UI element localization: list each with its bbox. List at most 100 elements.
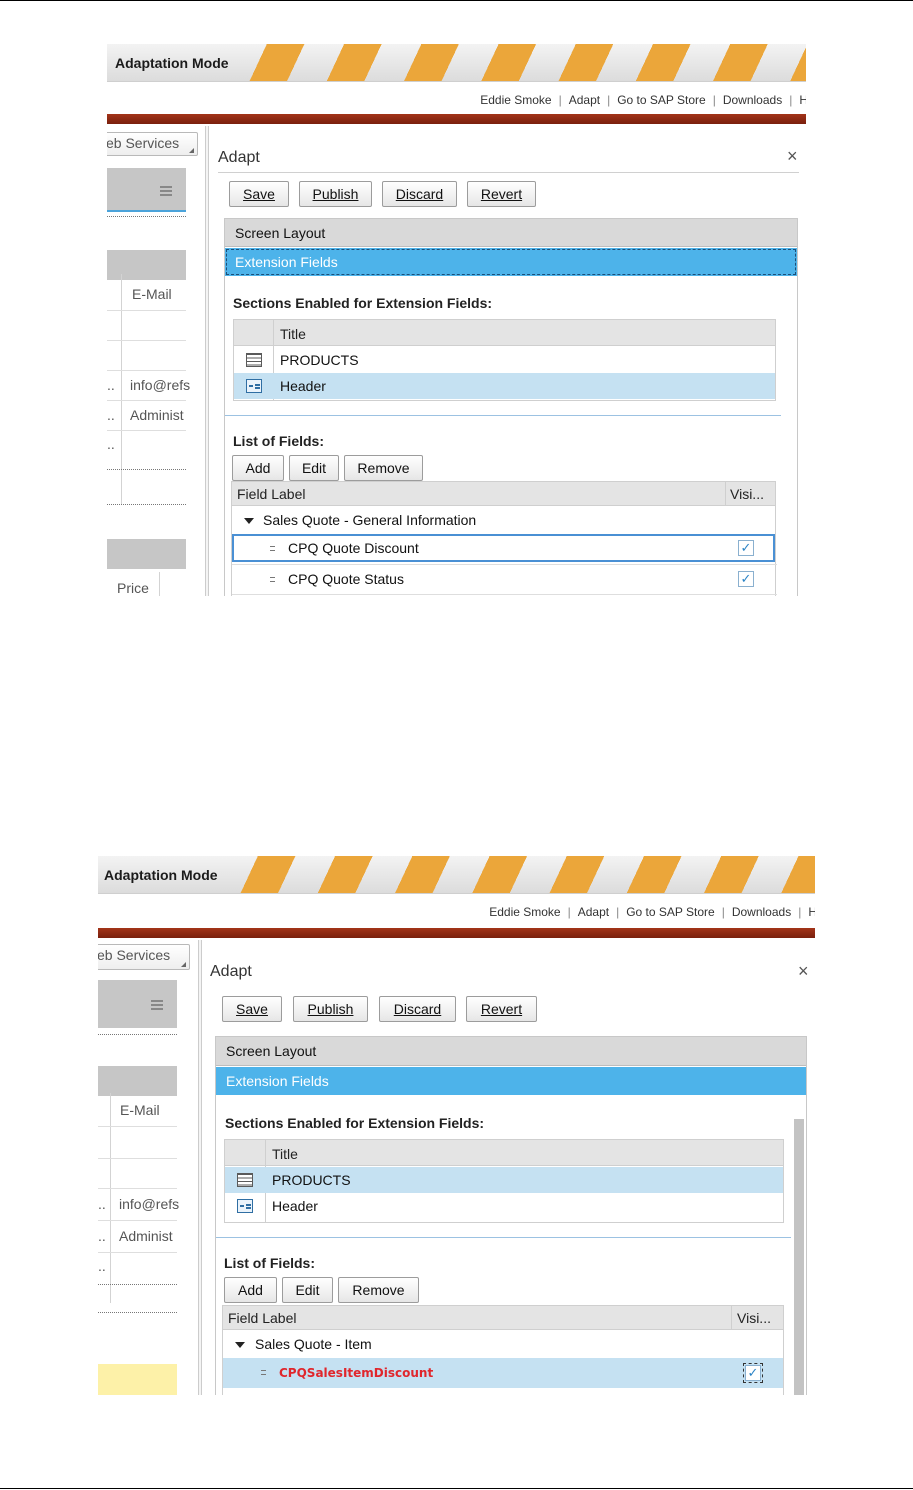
page-top-rule xyxy=(0,0,913,1)
revert-button[interactable]: Revert xyxy=(466,996,537,1022)
truncation-mark: .. xyxy=(107,436,115,452)
screenshot-2: Adaptation Mode Eddie Smoke | Adapt | Go to … xyxy=(98,856,815,1395)
form-layout-icon xyxy=(237,1199,253,1213)
services-dropdown[interactable]: eb Services xyxy=(98,944,190,970)
sections-heading: Sections Enabled for Extension Fields: xyxy=(225,1115,485,1131)
page-bottom-rule xyxy=(0,1488,913,1489)
email-column-header: E-Mail xyxy=(132,286,172,302)
expand-icon[interactable] xyxy=(244,518,254,524)
discard-button[interactable]: Discard xyxy=(379,996,456,1022)
close-icon[interactable]: × xyxy=(798,961,809,982)
sap-store-link[interactable]: Go to SAP Store xyxy=(617,93,706,107)
edit-field-button[interactable]: Edit xyxy=(289,455,339,481)
downloads-link[interactable]: Downloads xyxy=(732,905,791,919)
field-row[interactable]: CPQ Quote Status ✓ xyxy=(232,566,775,592)
adapt-panel-title: Adapt xyxy=(210,963,252,980)
adapt-nav-box: Screen Layout Extension Fields Sections … xyxy=(215,1036,807,1395)
truncation-mark: .. xyxy=(107,377,115,393)
sections-table: Title PRODUCTS Header xyxy=(224,1139,784,1223)
sections-heading: Sections Enabled for Extension Fields: xyxy=(233,295,493,311)
visible-header: Visi... xyxy=(737,1310,771,1326)
save-button[interactable]: Save xyxy=(229,181,289,207)
grey-price-band xyxy=(107,539,186,569)
email-cell: info@refs xyxy=(119,1196,180,1212)
brand-bar xyxy=(98,928,815,938)
grey-column-band xyxy=(107,250,186,280)
remove-field-button[interactable]: Remove xyxy=(344,455,423,481)
field-group-row[interactable]: Sales Quote - Item xyxy=(223,1331,783,1357)
field-label-header: Field Label xyxy=(228,1310,297,1326)
visible-checkbox[interactable]: ✓ xyxy=(743,1363,763,1383)
publish-button[interactable]: Publish xyxy=(293,996,368,1022)
header-links: Eddie Smoke | Adapt | Go to SAP Store | Downlo… xyxy=(480,93,806,107)
role-cell: Administ xyxy=(130,407,184,423)
adaptation-mode-title: Adaptation Mode xyxy=(115,55,229,71)
form-layout-icon xyxy=(246,379,262,393)
section-row-products[interactable]: PRODUCTS xyxy=(225,1167,783,1193)
save-button[interactable]: Save xyxy=(222,996,282,1022)
publish-button[interactable]: Publish xyxy=(299,181,372,207)
services-dropdown[interactable]: eb Services xyxy=(107,132,198,156)
add-field-button[interactable]: Add xyxy=(232,455,284,481)
help-link[interactable]: H xyxy=(808,905,815,919)
sap-store-link[interactable]: Go to SAP Store xyxy=(626,905,715,919)
close-icon[interactable]: × xyxy=(787,146,798,167)
table-grid-icon xyxy=(237,1173,253,1187)
pane-splitter[interactable] xyxy=(205,126,209,596)
drag-handle-icon[interactable] xyxy=(261,1370,266,1375)
user-link[interactable]: Eddie Smoke xyxy=(489,905,560,919)
sections-title-header: Title xyxy=(280,326,306,342)
nav-screen-layout[interactable]: Screen Layout xyxy=(216,1037,806,1066)
nav-screen-layout[interactable]: Screen Layout xyxy=(225,219,797,247)
remove-field-button[interactable]: Remove xyxy=(338,1277,419,1303)
fields-heading: List of Fields: xyxy=(233,433,324,449)
expand-icon[interactable] xyxy=(235,1342,245,1348)
grey-column-band xyxy=(98,1066,177,1096)
edit-field-button[interactable]: Edit xyxy=(282,1277,333,1303)
revert-button[interactable]: Revert xyxy=(467,181,536,207)
truncation-mark: .. xyxy=(98,1258,106,1274)
visible-header: Visi... xyxy=(730,486,764,502)
section-row-header[interactable]: Header xyxy=(225,1193,783,1219)
nav-extension-fields[interactable]: Extension Fields xyxy=(225,248,797,276)
nav-extension-fields[interactable]: Extension Fields xyxy=(216,1067,806,1095)
grey-header-band xyxy=(98,980,177,1028)
fields-heading: List of Fields: xyxy=(224,1255,315,1271)
list-menu-icon[interactable] xyxy=(160,186,172,196)
field-row[interactable]: CPQ Quote Discount ✓ xyxy=(232,534,775,562)
panel-scrollbar[interactable] xyxy=(794,1119,804,1395)
adaptation-banner: Adaptation Mode xyxy=(107,44,806,82)
price-column-header: Price xyxy=(117,580,149,596)
email-cell: info@refs xyxy=(130,377,191,393)
background-app: eb Services E-Mail info@refs .. Administ… xyxy=(107,124,205,596)
adapt-link[interactable]: Adapt xyxy=(569,93,600,107)
section-row-header[interactable]: Header xyxy=(234,373,775,399)
drag-handle-icon[interactable] xyxy=(270,546,275,551)
list-menu-icon[interactable] xyxy=(151,1000,163,1010)
section-row-products[interactable]: PRODUCTS xyxy=(234,347,775,373)
downloads-link[interactable]: Downloads xyxy=(723,93,782,107)
adaptation-mode-title: Adaptation Mode xyxy=(104,867,218,883)
email-column-header: E-Mail xyxy=(120,1102,160,1118)
visible-checkbox[interactable]: ✓ xyxy=(738,540,754,556)
field-label-header: Field Label xyxy=(237,486,306,502)
adapt-link[interactable]: Adapt xyxy=(578,905,609,919)
field-row[interactable]: CPQSalesItemDiscount ✓ xyxy=(223,1358,783,1388)
sections-title-header: Title xyxy=(272,1146,298,1162)
table-grid-icon xyxy=(246,353,262,367)
screenshot-1: Adaptation Mode Eddie Smoke | Adapt | Go to … xyxy=(107,44,806,596)
adapt-panel: Adapt × Save Publish Discard Revert Scre… xyxy=(211,124,806,596)
header-links: Eddie Smoke | Adapt | Go to SAP Store | Downlo… xyxy=(489,905,815,919)
highlight-band xyxy=(98,1364,177,1395)
pane-splitter[interactable] xyxy=(198,940,202,1395)
field-group-row[interactable]: Sales Quote - General Information xyxy=(232,507,775,533)
grey-header-band xyxy=(107,168,186,212)
adaptation-banner: Adaptation Mode xyxy=(98,856,815,894)
discard-button[interactable]: Discard xyxy=(382,181,457,207)
truncation-mark: .. xyxy=(107,407,115,423)
visible-checkbox[interactable]: ✓ xyxy=(738,571,754,587)
help-link[interactable]: H xyxy=(799,93,806,107)
drag-handle-icon[interactable] xyxy=(270,577,275,582)
add-field-button[interactable]: Add xyxy=(224,1277,277,1303)
user-link[interactable]: Eddie Smoke xyxy=(480,93,551,107)
